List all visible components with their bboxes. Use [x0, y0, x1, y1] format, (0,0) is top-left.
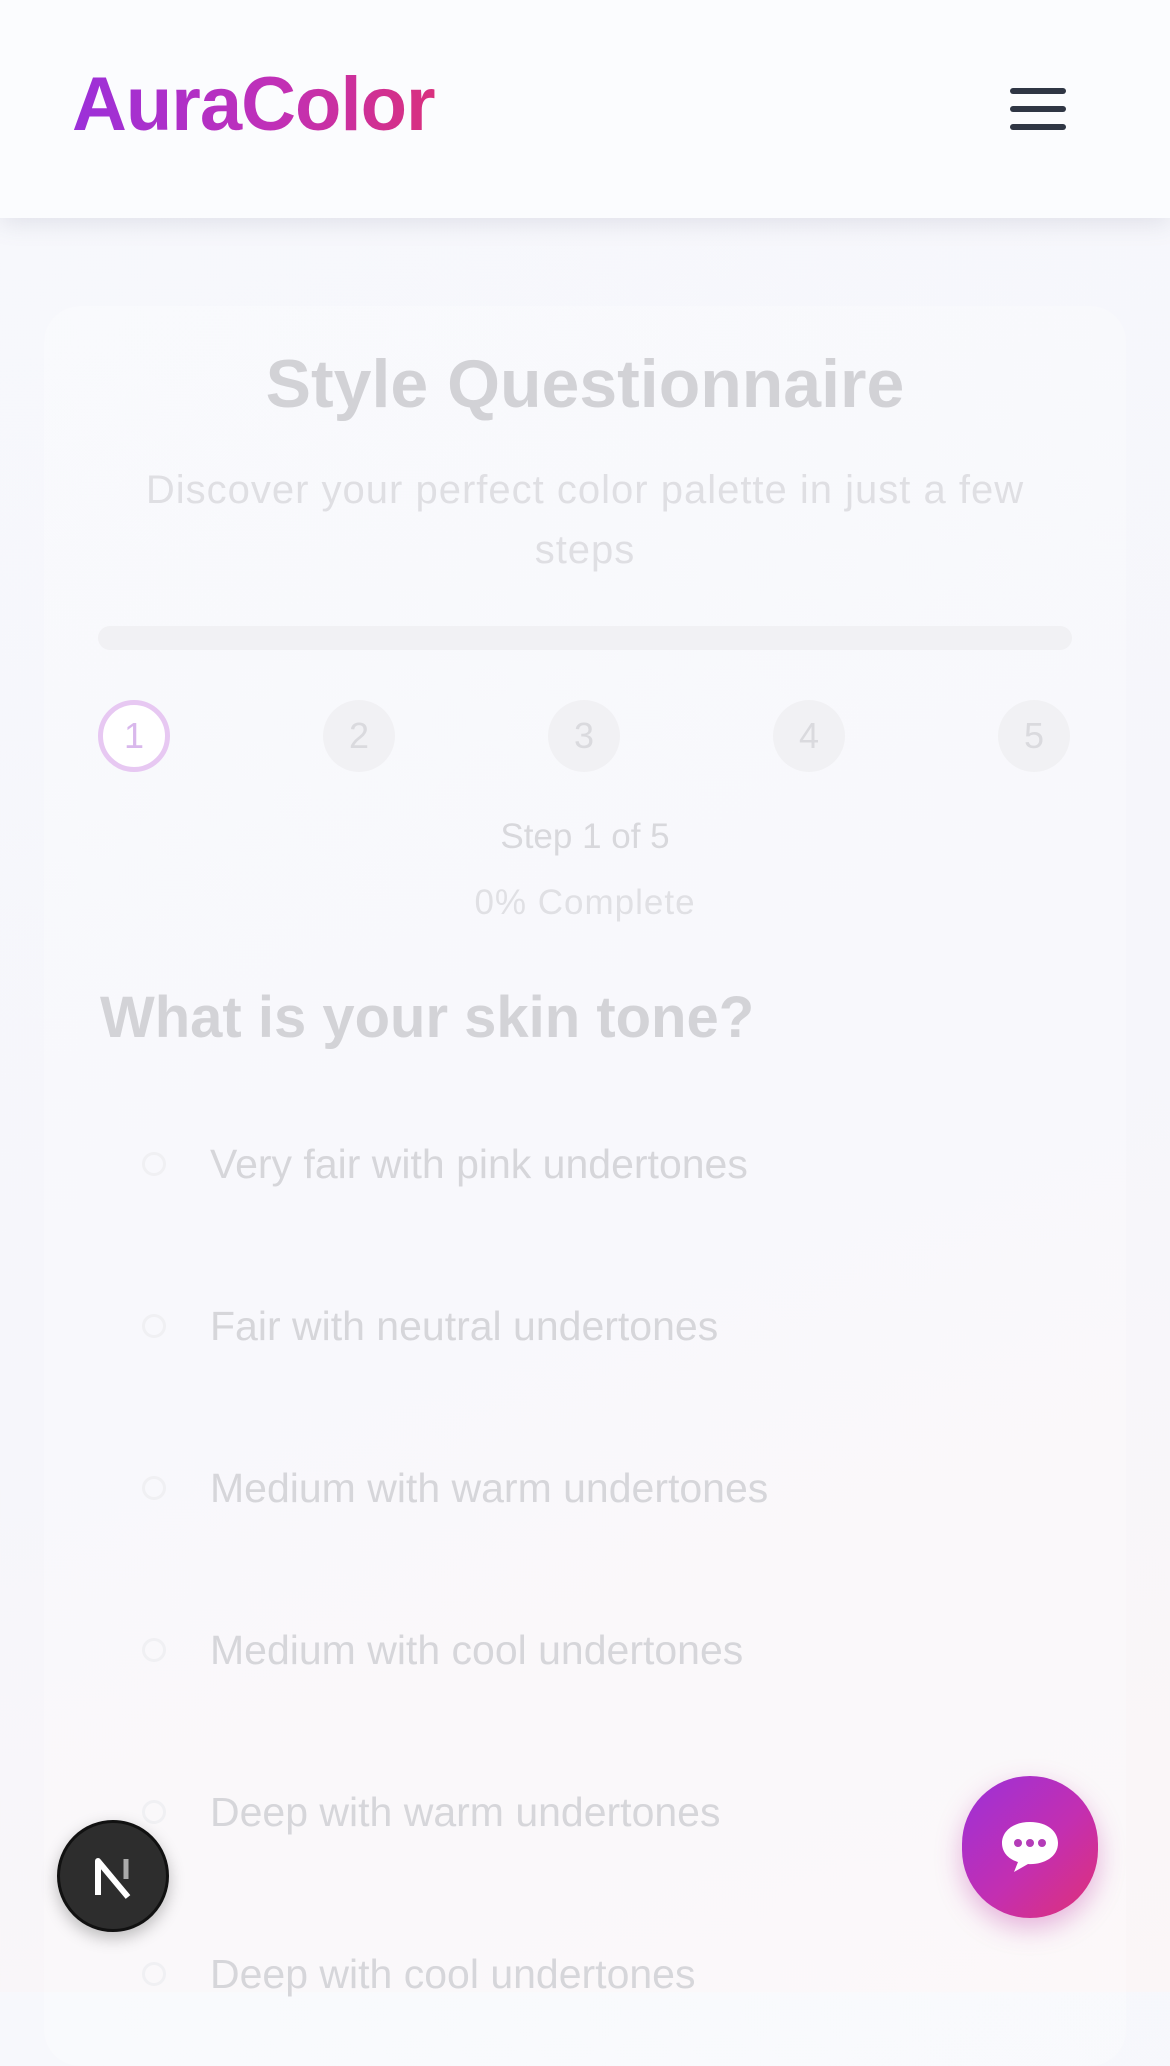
option-label: Fair with neutral undertones — [210, 1303, 719, 1349]
radio-button[interactable] — [142, 1476, 166, 1500]
page-title: Style Questionnaire — [265, 346, 905, 422]
option-label: Medium with warm undertones — [210, 1465, 769, 1511]
question-heading: What is your skin tone? — [100, 985, 755, 1050]
option-label: Deep with warm undertones — [210, 1789, 721, 1835]
chat-button[interactable] — [962, 1776, 1098, 1918]
menu-line — [1010, 88, 1066, 94]
step-counter: Step 1 of 5 — [500, 817, 670, 856]
option-very-fair-pink[interactable]: Very fair with pink undertones — [130, 1119, 1070, 1209]
hamburger-menu-icon[interactable] — [1000, 82, 1076, 136]
menu-line — [1010, 124, 1066, 130]
radio-button[interactable] — [142, 1962, 166, 1986]
step-indicator-2[interactable]: 2 — [323, 700, 395, 772]
option-deep-cool[interactable]: Deep with cool undertones — [130, 1929, 1070, 2019]
option-label: Deep with cool undertones — [210, 1951, 696, 1997]
nextjs-logo-icon[interactable] — [57, 1820, 169, 1932]
chat-bubble-icon — [1002, 1822, 1058, 1872]
progress-bar — [98, 626, 1072, 650]
step-indicator-4[interactable]: 4 — [773, 700, 845, 772]
option-fair-neutral[interactable]: Fair with neutral undertones — [130, 1281, 1070, 1371]
completion-percent: 0% Complete — [474, 883, 696, 922]
option-label: Medium with cool undertones — [210, 1627, 744, 1673]
radio-button[interactable] — [142, 1152, 166, 1176]
step-indicator-5[interactable]: 5 — [998, 700, 1070, 772]
option-medium-warm[interactable]: Medium with warm undertones — [130, 1443, 1070, 1533]
radio-button[interactable] — [142, 1314, 166, 1338]
radio-button[interactable] — [142, 1638, 166, 1662]
page-subtitle: Discover your perfect color palette in j… — [145, 468, 1025, 572]
brand-logo[interactable]: AuraColor — [72, 60, 436, 150]
step-indicator-3[interactable]: 3 — [548, 700, 620, 772]
option-deep-warm[interactable]: Deep with warm undertones — [130, 1767, 1070, 1857]
step-indicator-1[interactable]: 1 — [98, 700, 170, 772]
option-label: Very fair with pink undertones — [210, 1141, 748, 1187]
radio-button[interactable] — [142, 1800, 166, 1824]
menu-line — [1010, 106, 1066, 112]
app-header: AuraColor — [0, 0, 1170, 218]
option-medium-cool[interactable]: Medium with cool undertones — [130, 1605, 1070, 1695]
